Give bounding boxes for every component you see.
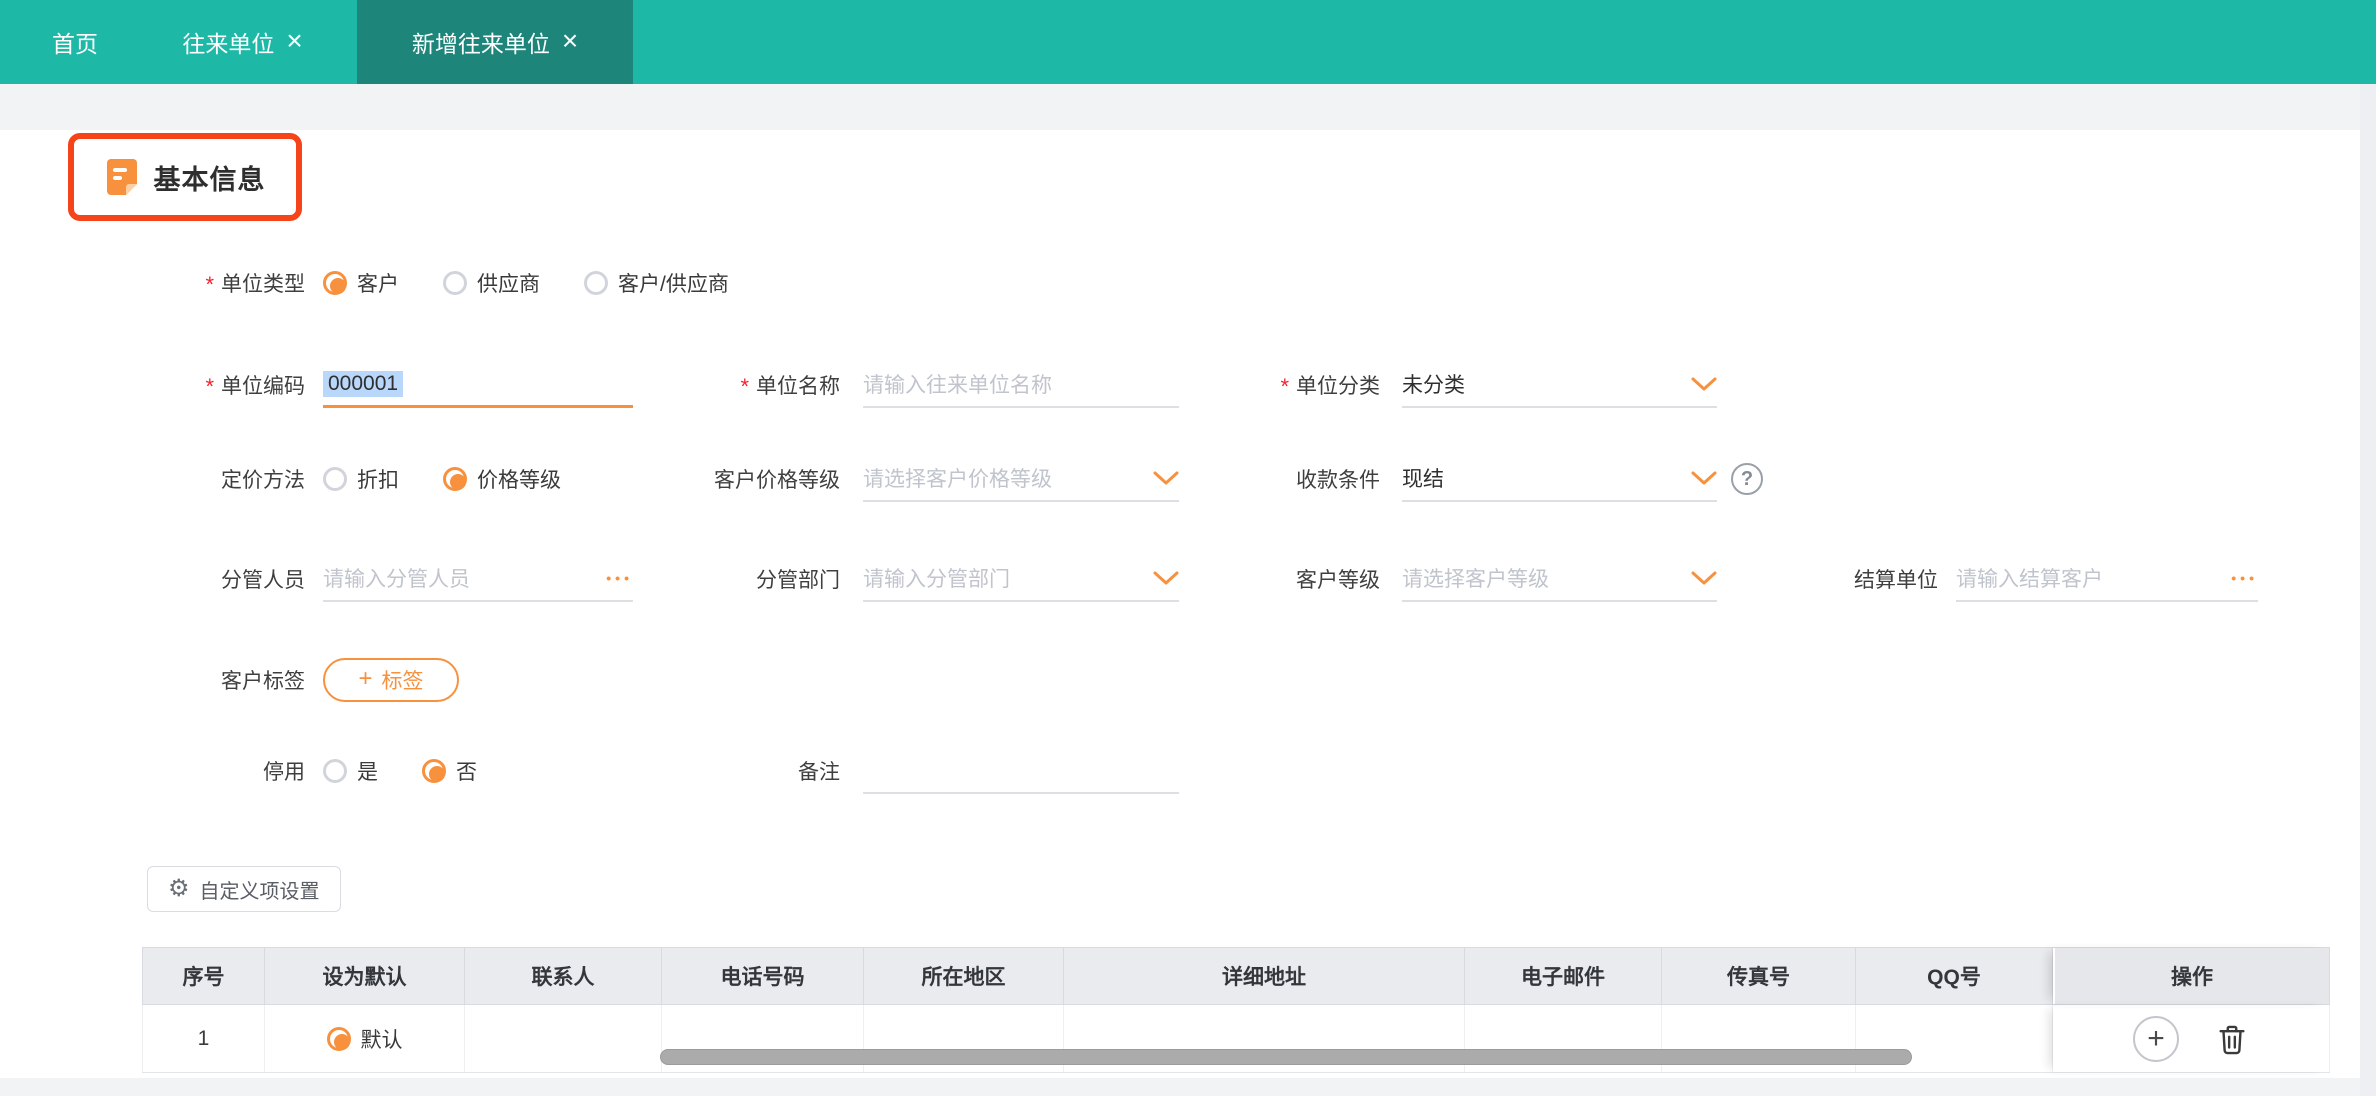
settlement-unit-label: 结算单位	[1854, 569, 1938, 592]
disabled-radio-group: 是 否	[323, 748, 521, 794]
disabled-label: 停用	[263, 761, 305, 784]
tab-home[interactable]: 首页	[0, 0, 150, 84]
header-qq: QQ号	[1856, 948, 2053, 1004]
radio-circle-icon	[323, 271, 347, 295]
radio-yes[interactable]: 是	[323, 756, 378, 786]
unit-name-input[interactable]: 请输入往来单位名称	[863, 362, 1179, 408]
header-set-default: 设为默认	[265, 948, 465, 1004]
radio-circle-icon	[443, 271, 467, 295]
page: 首页 往来单位 × 新增往来单位 × 基本信息 * 单位类型 客户 供应商 客户…	[0, 0, 2376, 1096]
section-highlight-box: 基本信息	[68, 133, 302, 221]
remark-label: 备注	[798, 761, 840, 784]
tab-bar: 首页 往来单位 × 新增往来单位 ×	[0, 0, 2376, 84]
settlement-unit-input[interactable]: 请输入结算客户 •••	[1956, 556, 2258, 602]
form-row-pricing: 定价方法 折扣 价格等级 客户价格等级 请选择客户价格等级 收款条件 现结 ?	[0, 456, 2376, 502]
plus-icon: +	[358, 665, 373, 692]
form-row-management: 分管人员 请输入分管人员 ••• 分管部门 请输入分管部门 客户等级 请选择客户…	[0, 556, 2376, 602]
radio-customer-supplier[interactable]: 客户/供应商	[584, 268, 729, 298]
pricing-method-radio-group: 折扣 价格等级	[323, 456, 605, 502]
form-row-unit-type: * 单位类型 客户 供应商 客户/供应商	[0, 260, 2376, 306]
cell-set-default: 默认	[265, 1005, 465, 1072]
selected-text: 000001	[323, 370, 404, 397]
form-row-disable-remark: 停用 是 否 备注	[0, 748, 2376, 794]
add-row-icon[interactable]: +	[2133, 1015, 2179, 1062]
radio-circle-icon	[422, 759, 446, 783]
radio-circle-icon	[443, 467, 467, 491]
chevron-down-icon[interactable]	[1691, 471, 1717, 485]
cell-operations: +	[2053, 1005, 2330, 1072]
customer-price-level-label: 客户价格等级	[714, 469, 840, 492]
customer-level-label: 客户等级	[1296, 569, 1380, 592]
form-row-tags: 客户标签 + 标签	[0, 657, 2376, 703]
customer-tags-label: 客户标签	[221, 670, 305, 693]
payment-terms-label: 收款条件	[1296, 469, 1380, 492]
header-region: 所在地区	[864, 948, 1064, 1004]
pricing-method-label: 定价方法	[221, 469, 305, 492]
unit-name-label: * 单位名称	[740, 374, 840, 399]
unit-category-label: * 单位分类	[1280, 374, 1380, 399]
header-email: 电子邮件	[1465, 948, 1662, 1004]
add-tag-button[interactable]: + 标签	[323, 658, 459, 702]
radio-circle-icon	[323, 467, 347, 491]
unit-category-select[interactable]: 未分类	[1402, 362, 1717, 408]
radio-no[interactable]: 否	[422, 756, 477, 786]
radio-supplier[interactable]: 供应商	[443, 268, 540, 298]
unit-code-input[interactable]: 000001	[323, 362, 633, 408]
section-title: 基本信息	[153, 164, 266, 195]
header-address: 详细地址	[1064, 948, 1465, 1004]
radio-circle-icon	[323, 759, 347, 783]
remark-input[interactable]	[863, 748, 1179, 794]
manager-input[interactable]: 请输入分管人员 •••	[323, 556, 633, 602]
unit-code-label: * 单位编码	[205, 374, 305, 399]
header-operations: 操作	[2053, 948, 2330, 1004]
department-select[interactable]: 请输入分管部门	[863, 556, 1179, 602]
unit-type-radio-group: 客户 供应商 客户/供应商	[323, 260, 773, 306]
default-radio[interactable]: 默认	[326, 1024, 403, 1054]
unit-type-label: * 单位类型	[205, 272, 305, 297]
radio-circle-icon	[584, 271, 608, 295]
close-icon[interactable]: ×	[286, 27, 302, 55]
department-label: 分管部门	[756, 569, 840, 592]
chevron-down-icon[interactable]	[1691, 377, 1717, 391]
radio-circle-icon	[326, 1026, 351, 1051]
customer-level-select[interactable]: 请选择客户等级	[1402, 556, 1717, 602]
header-contact: 联系人	[465, 948, 662, 1004]
horizontal-scrollbar-thumb[interactable]	[660, 1049, 1912, 1065]
document-icon	[106, 159, 137, 195]
required-asterisk: *	[205, 272, 214, 297]
customer-price-level-select[interactable]: 请选择客户价格等级	[863, 456, 1179, 502]
required-asterisk: *	[205, 374, 214, 399]
tab-label: 往来单位	[182, 31, 275, 57]
help-icon[interactable]: ?	[1731, 463, 1763, 495]
custom-fields-settings-button[interactable]: ⚙ 自定义项设置	[147, 866, 341, 912]
required-asterisk: *	[740, 374, 749, 399]
required-asterisk: *	[1280, 374, 1289, 399]
radio-price-level[interactable]: 价格等级	[443, 464, 561, 494]
header-phone: 电话号码	[662, 948, 864, 1004]
manager-label: 分管人员	[221, 569, 305, 592]
header-seq: 序号	[142, 948, 265, 1004]
header-fax: 传真号	[1662, 948, 1856, 1004]
cell-contact[interactable]	[465, 1005, 662, 1072]
radio-discount[interactable]: 折扣	[323, 464, 399, 494]
table-header-row: 序号 设为默认 联系人 电话号码 所在地区 详细地址 电子邮件 传真号 QQ号 …	[142, 947, 2330, 1005]
tab-label: 首页	[52, 31, 98, 57]
tab-partners[interactable]: 往来单位 ×	[150, 0, 335, 84]
tab-label: 新增往来单位	[411, 31, 550, 57]
close-icon[interactable]: ×	[562, 27, 578, 55]
form-row-code-name-category: * 单位编码 000001 * 单位名称 请输入往来单位名称 * 单位分类 未分…	[0, 362, 2376, 408]
payment-terms-select[interactable]: 现结	[1402, 456, 1717, 502]
gear-icon: ⚙	[168, 875, 190, 902]
cell-seq: 1	[142, 1005, 265, 1072]
radio-customer[interactable]: 客户	[323, 268, 399, 298]
more-options-icon[interactable]: •••	[2231, 570, 2258, 586]
tab-new-partner-active[interactable]: 新增往来单位 ×	[357, 0, 633, 84]
trash-icon[interactable]	[2215, 1021, 2249, 1057]
